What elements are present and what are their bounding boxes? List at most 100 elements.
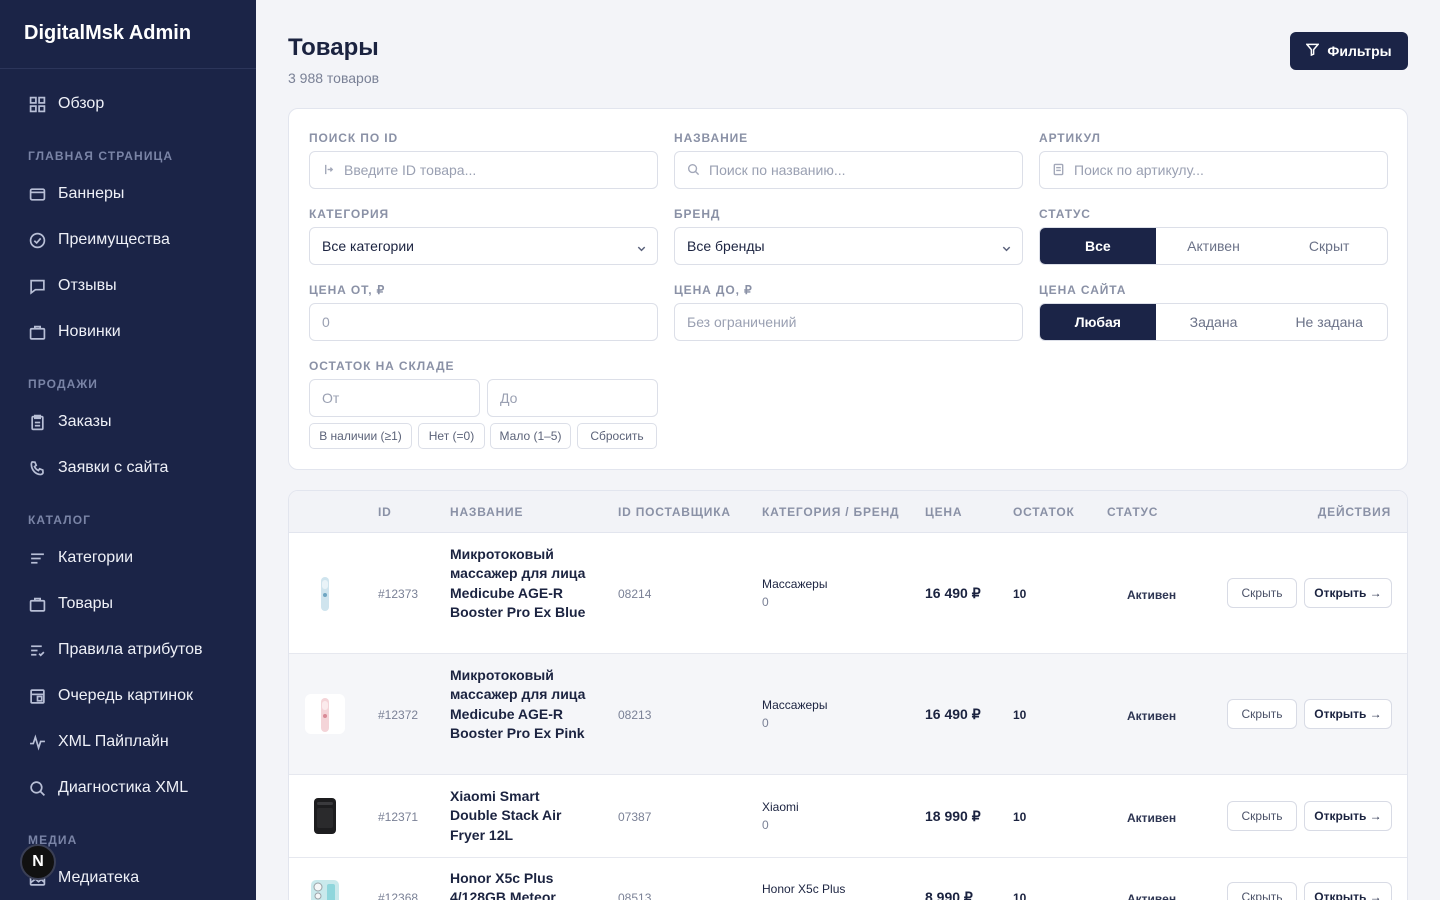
status-option-all[interactable]: Все: [1040, 228, 1156, 264]
stock-from-placeholder: От: [322, 390, 340, 406]
filters-button[interactable]: Фильтры: [1290, 32, 1408, 70]
sidebar-item-orders[interactable]: Заказы: [0, 399, 256, 445]
product-name[interactable]: Xiaomi Smart Double Stack Air Fryer 12L: [450, 787, 590, 845]
sidebar-item-label: Новинки: [58, 323, 121, 340]
price-from-input[interactable]: 0: [309, 303, 658, 341]
supplier-id: 08214: [618, 587, 652, 601]
column-price[interactable]: ЦЕНА: [925, 505, 962, 519]
product-id: #12373: [378, 587, 419, 601]
site-price-option-any[interactable]: Любая: [1040, 304, 1156, 340]
open-button[interactable]: Открыть →: [1304, 882, 1392, 900]
column-category-brand[interactable]: КАТЕГОРИЯ / БРЕНД: [762, 505, 899, 519]
name-search-input[interactable]: Поиск по названию...: [674, 151, 1023, 189]
brand-label: БРЕНД: [674, 207, 721, 221]
nextjs-badge[interactable]: N: [20, 844, 56, 880]
sidebar-item-products[interactable]: Товары: [0, 581, 256, 627]
sidebar: DigitalMsk Admin Обзор ГЛАВНАЯ СТРАНИЦА …: [0, 0, 256, 900]
status-toggle: Все Активен Скрыт: [1039, 227, 1388, 265]
name-search-label: НАЗВАНИЕ: [674, 131, 749, 145]
open-button[interactable]: Открыть →: [1304, 801, 1392, 831]
category-brand: Массажеры 0: [762, 575, 827, 611]
status-option-hidden[interactable]: Скрыт: [1271, 228, 1387, 264]
status-badge: Активен: [1127, 588, 1177, 602]
product-name[interactable]: Микротоковый массажер для лица Medicube …: [450, 545, 590, 623]
column-stock[interactable]: ОСТАТОК: [1013, 505, 1075, 519]
stock-to-input[interactable]: До: [487, 379, 658, 417]
activity-icon: [28, 733, 46, 751]
product-price: 8 990 ₽: [925, 889, 973, 900]
nav-section-home: ГЛАВНАЯ СТРАНИЦА: [28, 149, 174, 163]
brand-select[interactable]: Все бренды: [674, 227, 1023, 265]
table-header: ID НАЗВАНИЕ ID ПОСТАВЩИКА КАТЕГОРИЯ / БР…: [289, 491, 1407, 533]
column-name[interactable]: НАЗВАНИЕ: [450, 505, 523, 519]
column-supplier-id[interactable]: ID ПОСТАВЩИКА: [618, 505, 731, 519]
product-thumbnail: [305, 694, 345, 734]
sidebar-item-overview[interactable]: Обзор: [0, 81, 256, 127]
chip-out-of-stock[interactable]: Нет (=0): [418, 423, 485, 449]
table-row[interactable]: #12372 Микротоковый массажер для лица Me…: [289, 654, 1407, 775]
sidebar-item-requests[interactable]: Заявки с сайта: [0, 445, 256, 491]
brand-logo[interactable]: DigitalMsk Admin: [0, 0, 256, 69]
sidebar-nav: Обзор ГЛАВНАЯ СТРАНИЦА Баннеры Преимущес…: [0, 69, 256, 900]
hide-button[interactable]: Скрыть: [1227, 801, 1297, 831]
table-row[interactable]: #12371 Xiaomi Smart Double Stack Air Fry…: [289, 775, 1407, 858]
id-search-label: ПОИСК ПО ID: [309, 131, 399, 145]
table-row[interactable]: #12373 Микротоковый массажер для лица Me…: [289, 533, 1407, 654]
category-name: Массажеры: [762, 577, 828, 591]
status-option-active[interactable]: Активен: [1156, 228, 1272, 264]
category-name: Массажеры: [762, 698, 828, 712]
stock-from-input[interactable]: От: [309, 379, 480, 417]
sku-search-placeholder: Поиск по артикулу...: [1074, 162, 1204, 178]
sidebar-item-label: Отзывы: [58, 277, 117, 294]
sidebar-item-label: Категории: [58, 549, 134, 566]
product-name[interactable]: Микротоковый массажер для лица Medicube …: [450, 666, 590, 744]
open-button[interactable]: Открыть →: [1304, 578, 1392, 608]
product-price: 16 490 ₽: [925, 585, 981, 601]
sku-search-label: АРТИКУЛ: [1039, 131, 1101, 145]
category-name: Honor X5c Plus: [762, 882, 846, 896]
product-stock: 10: [1013, 587, 1027, 601]
product-name[interactable]: Honor X5c Plus 4/128GB Meteor: [450, 869, 590, 900]
table-row[interactable]: #12368 Honor X5c Plus 4/128GB Meteor 085…: [289, 858, 1407, 900]
chat-icon: [28, 277, 46, 295]
main-content: Товары 3 988 товаров Фильтры ПОИСК ПО ID…: [256, 0, 1440, 900]
status-badge: Активен: [1127, 709, 1177, 723]
hide-button[interactable]: Скрыть: [1227, 699, 1297, 729]
hide-button[interactable]: Скрыть: [1227, 882, 1297, 900]
chip-in-stock[interactable]: В наличии (≥1): [309, 423, 412, 449]
sku-search-input[interactable]: Поиск по артикулу...: [1039, 151, 1388, 189]
sidebar-item-reviews[interactable]: Отзывы: [0, 263, 256, 309]
sidebar-item-image-queue[interactable]: Очередь картинок: [0, 673, 256, 719]
sidebar-item-advantages[interactable]: Преимущества: [0, 217, 256, 263]
sidebar-item-categories[interactable]: Категории: [0, 535, 256, 581]
sidebar-item-label: Медиатека: [58, 869, 140, 886]
category-select[interactable]: Все категории: [309, 227, 658, 265]
hide-button[interactable]: Скрыть: [1227, 578, 1297, 608]
name-search-placeholder: Поиск по названию...: [709, 162, 846, 178]
hash-icon: [322, 163, 336, 177]
sidebar-item-xml-pipeline[interactable]: XML Пайплайн: [0, 719, 256, 765]
price-to-input[interactable]: Без ограничений: [674, 303, 1023, 341]
chip-low-stock[interactable]: Мало (1–5): [490, 423, 571, 449]
price-from-placeholder: 0: [322, 314, 330, 330]
sidebar-item-attribute-rules[interactable]: Правила атрибутов: [0, 627, 256, 673]
category-select-value: Все категории: [322, 238, 414, 254]
clipboard-icon: [28, 413, 46, 431]
column-id[interactable]: ID: [378, 505, 392, 519]
site-price-option-unset[interactable]: Не задана: [1271, 304, 1387, 340]
sidebar-item-banners[interactable]: Баннеры: [0, 171, 256, 217]
site-price-label: ЦЕНА САЙТА: [1039, 283, 1127, 297]
box-icon: [28, 595, 46, 613]
id-search-input[interactable]: Введите ID товара...: [309, 151, 658, 189]
chip-reset[interactable]: Сбросить: [577, 423, 657, 449]
site-price-option-set[interactable]: Задана: [1156, 304, 1272, 340]
sidebar-item-xml-diagnostics[interactable]: Диагностика XML: [0, 765, 256, 811]
image-stack-icon: [28, 687, 46, 705]
banner-icon: [28, 185, 46, 203]
search-icon: [687, 163, 701, 177]
column-actions: ДЕЙСТВИЯ: [1317, 505, 1391, 519]
open-button[interactable]: Открыть →: [1304, 699, 1392, 729]
product-id: #12372: [378, 708, 419, 722]
sidebar-item-news[interactable]: Новинки: [0, 309, 256, 355]
column-status[interactable]: СТАТУС: [1107, 505, 1158, 519]
